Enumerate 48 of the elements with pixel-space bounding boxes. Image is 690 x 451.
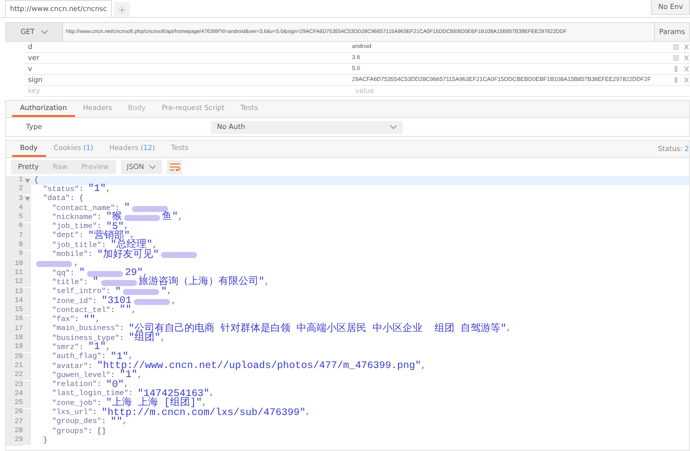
json-string: "上海 上海 [组团]" (106, 399, 202, 408)
wrap-lines-icon (170, 162, 180, 172)
json-string: "组团" (128, 334, 161, 344)
add-tab-button[interactable] (114, 2, 130, 17)
lines-icon[interactable] (673, 55, 679, 61)
json-string: "1" (88, 343, 106, 352)
fold-arrow-icon[interactable] (24, 197, 30, 202)
close-icon[interactable] (684, 55, 689, 61)
redacted-blur (132, 206, 168, 212)
json-string: 旅游咨询（上海）有限公司" (138, 278, 265, 288)
lines-icon[interactable] (673, 44, 679, 50)
chevron-down-icon (390, 124, 397, 130)
json-string: " (161, 288, 168, 297)
close-icon[interactable] (684, 77, 689, 83)
json-string: "加好友可见" (97, 250, 160, 260)
redacted-blur (123, 289, 160, 296)
json-string: "" (110, 418, 123, 427)
json-string: "公司有自己的电商 针对群体是白领 中高端小区居民 中小区企业 组团 自驾游等" (128, 324, 507, 334)
json-string: "总经理" (110, 241, 153, 250)
bar-icon[interactable] (673, 77, 679, 83)
json-string: " (79, 269, 86, 278)
chevron-down-icon (149, 164, 156, 170)
json-string: "0" (106, 380, 124, 390)
json-string: "http://www.cncn.net//uploads/photos/477/m_476399.png" (97, 362, 422, 372)
json-string: "" (120, 306, 132, 316)
json-string: "3101 (102, 297, 132, 306)
plus-icon (118, 6, 125, 12)
json-string: "http://m.cncn.com/lxs/sub/476399" (102, 408, 306, 418)
redacted-blur (124, 214, 160, 221)
json-string: " (92, 278, 99, 288)
json-string: " (124, 204, 130, 214)
redacted-blur (134, 298, 170, 304)
json-string: "1" (110, 352, 129, 362)
json-string: "猴 (106, 213, 122, 222)
json-string: "" (84, 316, 96, 325)
close-icon[interactable] (684, 44, 689, 50)
json-string: " (115, 288, 122, 297)
redacted-blur (161, 252, 198, 258)
wrap-button[interactable] (167, 160, 182, 174)
json-string: "1" (120, 371, 138, 380)
close-icon[interactable] (684, 66, 689, 72)
redacted-blur (87, 270, 124, 277)
redacted-blur (36, 261, 72, 268)
json-string: 鱼" (162, 213, 178, 222)
fold-arrow-icon[interactable] (24, 178, 30, 183)
redacted-blur (100, 280, 137, 286)
json-string: "1" (88, 185, 106, 194)
bar-icon[interactable] (673, 66, 679, 72)
